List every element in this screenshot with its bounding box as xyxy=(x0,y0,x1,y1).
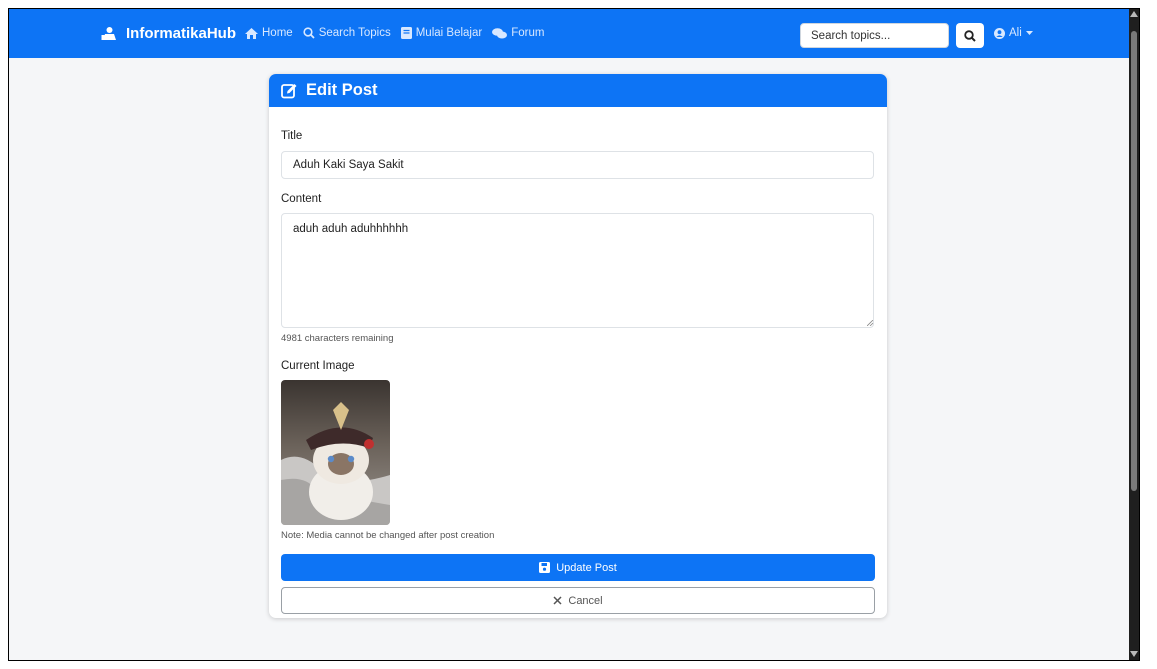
comments-icon xyxy=(492,27,508,38)
edit-icon xyxy=(281,83,297,98)
cat-photo xyxy=(281,380,390,525)
current-image-label: Current Image xyxy=(281,360,355,372)
brand-name: InformatikaHub xyxy=(126,25,237,42)
cancel-button[interactable]: Cancel xyxy=(281,587,875,614)
page-scrollbar[interactable] xyxy=(1129,9,1139,660)
title-field[interactable] xyxy=(281,151,874,179)
title-label: Title xyxy=(281,130,303,142)
brand-link[interactable]: InformatikaHub xyxy=(101,25,236,42)
user-dropdown[interactable]: Ali xyxy=(994,27,1033,39)
current-image xyxy=(281,380,390,525)
search-icon xyxy=(303,27,315,39)
home-icon xyxy=(245,27,258,39)
search-button[interactable] xyxy=(956,23,984,48)
browser-frame: InformatikaHub Home Search Topics Mulai … xyxy=(8,8,1140,661)
edit-post-card: Edit Post Title Content aduh aduh aduhhh… xyxy=(269,74,887,618)
nav-menu: Home Search Topics Mulai Belajar Forum xyxy=(245,27,544,39)
user-name: Ali xyxy=(1009,27,1022,39)
scroll-thumb[interactable] xyxy=(1131,31,1137,491)
close-icon xyxy=(553,596,562,605)
nav-home-label: Home xyxy=(262,27,293,39)
scroll-down-icon[interactable] xyxy=(1130,651,1138,657)
content-textarea[interactable]: aduh aduh aduhhhhhh xyxy=(281,213,874,328)
media-note: Note: Media cannot be changed after post… xyxy=(281,530,495,541)
graduation-icon xyxy=(101,27,116,40)
update-post-label: Update Post xyxy=(556,561,617,574)
caret-down-icon xyxy=(1025,30,1033,35)
book-icon xyxy=(400,27,412,39)
resize-grip-icon[interactable] xyxy=(867,320,873,326)
nav-forum-label: Forum xyxy=(511,27,545,39)
search-icon xyxy=(964,29,976,42)
scroll-up-icon[interactable] xyxy=(1130,11,1138,17)
nav-forum[interactable]: Forum xyxy=(492,27,544,39)
card-header: Edit Post xyxy=(269,74,887,107)
user-circle-icon xyxy=(994,27,1005,39)
characters-remaining: 4981 characters remaining xyxy=(281,333,394,344)
update-post-button[interactable]: Update Post xyxy=(281,554,875,581)
nav-home[interactable]: Home xyxy=(245,27,293,39)
nav-search-topics[interactable]: Search Topics xyxy=(303,27,391,39)
card-title: Edit Post xyxy=(306,81,378,99)
nav-mulai-belajar-label: Mulai Belajar xyxy=(415,27,483,39)
nav-search-topics-label: Search Topics xyxy=(318,27,391,39)
search-input[interactable] xyxy=(800,23,949,48)
top-navbar: InformatikaHub Home Search Topics Mulai … xyxy=(9,9,1129,58)
content-label: Content xyxy=(281,193,322,205)
save-icon xyxy=(539,562,551,573)
cancel-label: Cancel xyxy=(568,594,603,607)
nav-mulai-belajar[interactable]: Mulai Belajar xyxy=(400,27,483,39)
